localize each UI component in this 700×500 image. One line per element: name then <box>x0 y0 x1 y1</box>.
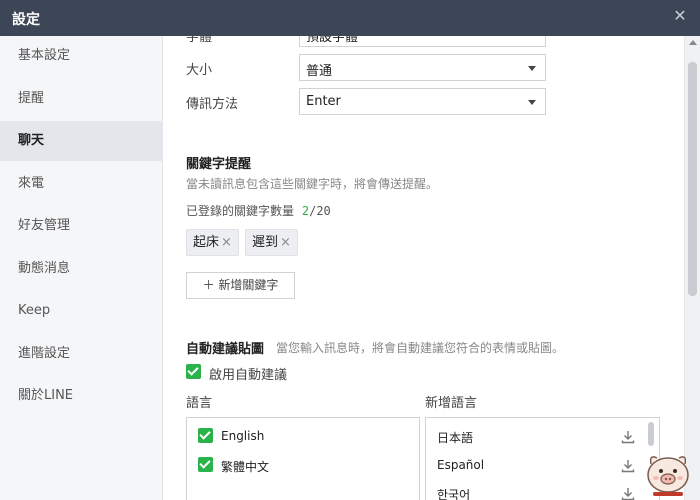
send-method-select[interactable]: Enter <box>299 88 546 115</box>
keyword-alert-description: 當未讀訊息包含這些關鍵字時，將會傳送提醒。 <box>186 177 439 191</box>
keyword-tag: 遲到 × <box>245 229 298 256</box>
sidebar-item-friends[interactable]: 好友管理 <box>0 206 163 246</box>
download-icon[interactable] <box>621 430 635 444</box>
scrollbar-thumb[interactable] <box>688 62 697 296</box>
available-language-spanish[interactable]: Español <box>437 458 484 472</box>
enable-suggest-checkbox[interactable] <box>186 364 201 379</box>
size-select[interactable]: 普通 <box>299 54 546 81</box>
font-label: 字體 <box>186 36 213 45</box>
chevron-down-icon <box>528 100 536 105</box>
size-label: 大小 <box>186 63 213 78</box>
add-keyword-button[interactable]: ＋ 新增關鍵字 <box>186 272 295 299</box>
font-select-value: 預設字體 <box>306 36 359 45</box>
scroll-up-icon[interactable] <box>689 40 697 45</box>
language-english-checkbox[interactable] <box>198 428 213 443</box>
keyword-count: 已登錄的關鍵字數量 2/20 <box>186 202 331 219</box>
sidebar-item-calls[interactable]: 來電 <box>0 164 163 204</box>
download-icon[interactable] <box>621 487 635 500</box>
keyword-tag-label: 遲到 <box>252 235 279 250</box>
keyword-tag-label: 起床 <box>193 235 220 250</box>
available-language-japanese[interactable]: 日本語 <box>437 429 473 446</box>
keyword-count-label: 已登錄的關鍵字數量 <box>186 204 295 218</box>
close-icon[interactable]: ✕ <box>670 6 690 26</box>
download-icon[interactable] <box>621 459 635 473</box>
send-method-label: 傳訊方法 <box>186 97 239 112</box>
chat-settings-panel: 字體 預設字體 大小 普通 傳訊方法 Enter 關鍵字提醒 當未讀訊息包含這些… <box>164 36 684 500</box>
sticker-suggest-description: 當您輸入訊息時，將會自動建議您符合的表情或貼圖。 <box>276 341 565 355</box>
sidebar-item-chat[interactable]: 聊天 <box>0 121 163 161</box>
sticker-suggest-title: 自動建議貼圖 <box>186 342 265 357</box>
available-language-korean[interactable]: 한국어 <box>437 486 470 500</box>
keyword-count-max: 20 <box>316 204 331 218</box>
remove-tag-icon[interactable]: × <box>221 235 232 250</box>
sidebar: 基本設定 提醒 聊天 來電 好友管理 動態消息 Keep 進階設定 關於LINE <box>0 36 163 500</box>
chevron-down-icon <box>528 66 536 71</box>
keyword-count-current: 2 <box>301 204 310 218</box>
mascot-watermark-icon <box>647 456 689 496</box>
sidebar-item-keep[interactable]: Keep <box>0 291 163 331</box>
language-traditional-chinese-checkbox[interactable] <box>198 457 213 472</box>
send-method-select-value: Enter <box>306 94 341 109</box>
enable-suggest-label: 啟用自動建議 <box>209 368 288 383</box>
language-list-scrollbar[interactable] <box>648 422 654 446</box>
add-language-header: 新增語言 <box>425 396 478 411</box>
language-traditional-chinese-label: 繁體中文 <box>221 460 270 474</box>
language-list: English 繁體中文 <box>186 417 420 500</box>
title-bar: 設定 ✕ <box>0 0 700 36</box>
remove-tag-icon[interactable]: × <box>280 235 291 250</box>
sidebar-item-timeline[interactable]: 動態消息 <box>0 249 163 289</box>
sidebar-item-about[interactable]: 關於LINE <box>0 376 163 416</box>
available-language-list: 日本語 Español 한국어 <box>425 417 660 500</box>
keyword-tag: 起床 × <box>186 229 239 256</box>
sidebar-item-notifications[interactable]: 提醒 <box>0 79 163 119</box>
window-title: 設定 <box>12 12 40 28</box>
font-select[interactable]: 預設字體 <box>299 36 546 47</box>
language-header: 語言 <box>186 396 213 411</box>
sidebar-item-basic[interactable]: 基本設定 <box>0 36 163 76</box>
page-scrollbar[interactable] <box>684 36 700 500</box>
keyword-alert-title: 關鍵字提醒 <box>186 157 252 172</box>
sidebar-item-advanced[interactable]: 進階設定 <box>0 334 163 374</box>
size-select-value: 普通 <box>306 64 333 79</box>
language-english-label: English <box>221 429 265 443</box>
